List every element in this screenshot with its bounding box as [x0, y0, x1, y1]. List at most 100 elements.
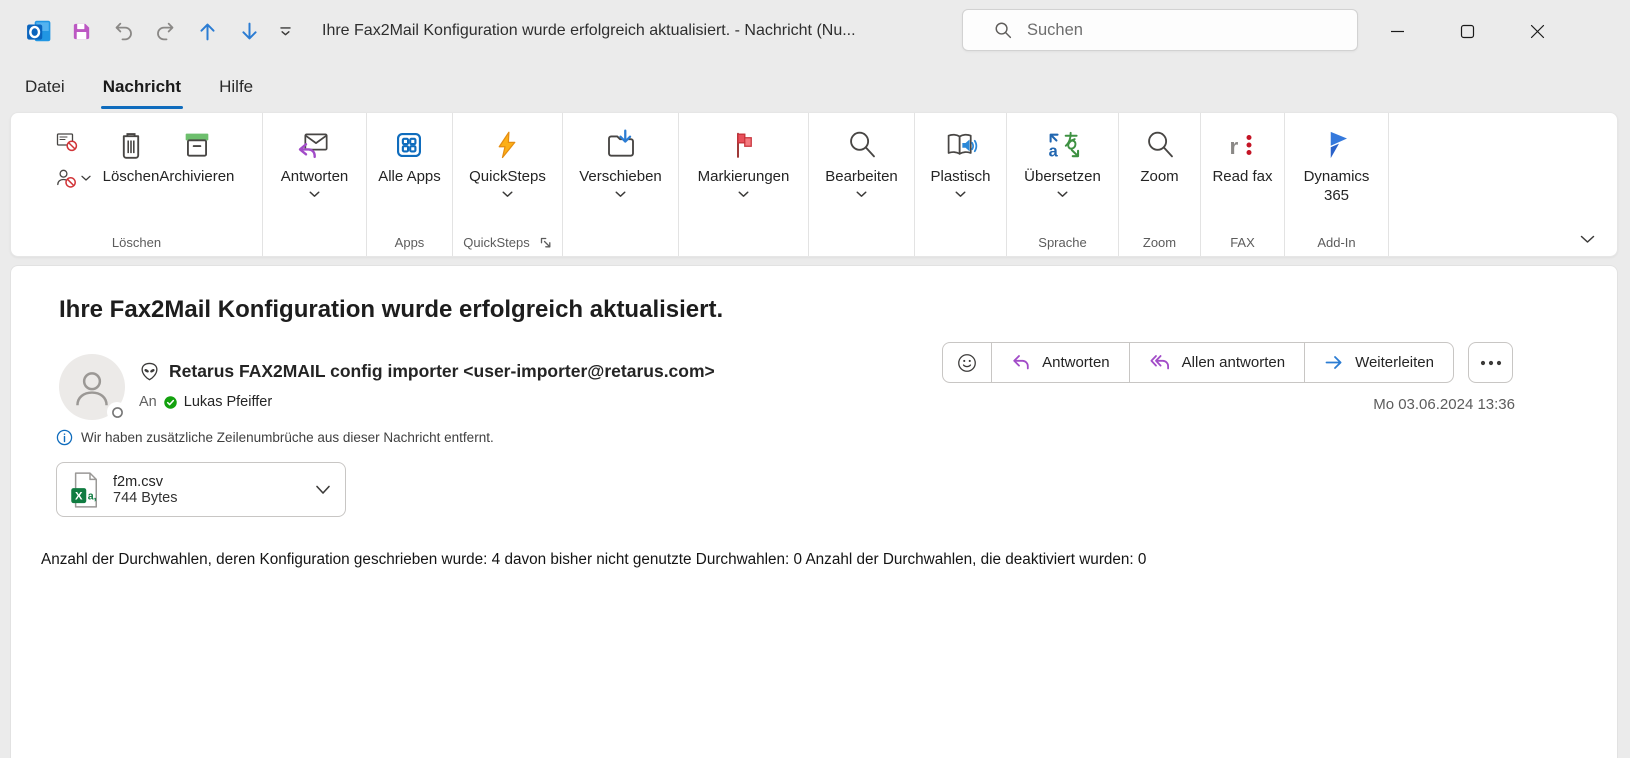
ignore-icon — [55, 131, 79, 153]
archive-button[interactable]: Archivieren — [159, 118, 234, 186]
reply-envelope-icon — [296, 124, 332, 166]
svg-text:X: X — [75, 490, 83, 502]
ribbon-group-loeschen: Löschen Archivieren Löschen — [11, 113, 263, 256]
maximize-button[interactable] — [1442, 6, 1492, 56]
move-label: Verschieben — [579, 167, 662, 186]
attachment-card[interactable]: X a, f2m.csv 744 Bytes — [56, 462, 346, 517]
window-title: Ihre Fax2Mail Konfiguration wurde erfolg… — [322, 22, 856, 40]
ribbon-group-bearbeiten: Bearbeiten — [809, 113, 915, 256]
recipient-name[interactable]: Lukas Pfeiffer — [184, 394, 272, 410]
archive-icon — [180, 124, 214, 166]
read-aloud-label: Plastisch — [930, 167, 990, 186]
search-input[interactable]: Suchen — [962, 9, 1358, 51]
csv-file-icon: X a, — [70, 471, 100, 509]
info-banner-text: Wir haben zusätzliche Zeilenumbrüche aus… — [81, 430, 494, 445]
outlook-logo — [18, 11, 60, 51]
editing-button[interactable]: Bearbeiten — [825, 118, 898, 198]
reply-menu-button[interactable]: Antworten — [281, 118, 349, 198]
read-fax-button[interactable]: r Read fax — [1212, 118, 1272, 186]
group-label-zoom: Zoom — [1119, 229, 1200, 256]
reply-all-button[interactable]: Allen antworten — [1129, 343, 1304, 382]
forward-button[interactable]: Weiterleiten — [1304, 343, 1453, 382]
dialog-launcher-icon[interactable] — [539, 236, 552, 249]
group-label-apps: Apps — [367, 229, 452, 256]
svg-text:a,: a, — [88, 490, 97, 502]
reactions-button[interactable] — [943, 343, 991, 382]
forward-arrow-icon — [1324, 353, 1344, 372]
ribbon-group-verschieben: Verschieben — [563, 113, 679, 256]
zoom-icon — [1144, 124, 1176, 166]
tags-label: Markierungen — [698, 167, 790, 186]
archive-label: Archivieren — [159, 167, 234, 186]
tab-hilfe[interactable]: Hilfe — [218, 75, 254, 99]
collapse-ribbon-button[interactable] — [1580, 235, 1595, 244]
ribbon-group-antworten: Antworten — [263, 113, 367, 256]
previous-item-button[interactable] — [186, 11, 228, 51]
read-fax-label: Read fax — [1212, 167, 1272, 186]
svg-text:r: r — [1230, 134, 1239, 159]
quick-access-toolbar — [0, 11, 300, 51]
group-label-addin: Add-In — [1285, 229, 1388, 256]
reply-label: Antworten — [1042, 354, 1110, 371]
tags-button[interactable]: Markierungen — [698, 118, 790, 198]
undo-button[interactable] — [102, 11, 144, 51]
chevron-down-icon — [738, 191, 749, 198]
translate-label: Übersetzen — [1024, 167, 1101, 186]
reply-arrow-icon — [1011, 353, 1031, 372]
zoom-label: Zoom — [1140, 167, 1178, 186]
zoom-button[interactable]: Zoom — [1140, 118, 1178, 186]
quicksteps-button[interactable]: QuickSteps — [469, 118, 546, 198]
move-button[interactable]: Verschieben — [579, 118, 662, 198]
info-banner: Wir haben zusätzliche Zeilenumbrüche aus… — [56, 429, 494, 446]
reply-button[interactable]: Antworten — [991, 343, 1129, 382]
chevron-down-icon — [81, 175, 91, 182]
chevron-down-icon — [502, 191, 513, 198]
save-button[interactable] — [60, 11, 102, 51]
group-label-sprache: Sprache — [1007, 229, 1118, 256]
to-label: An — [139, 394, 157, 410]
junk-button[interactable] — [55, 168, 91, 189]
ignore-button[interactable] — [55, 131, 91, 153]
recipient-line: An Lukas Pfeiffer — [139, 394, 272, 410]
all-apps-button[interactable]: Alle Apps — [378, 118, 441, 186]
ribbon-group-fax: r Read fax FAX — [1201, 113, 1285, 256]
read-aloud-icon — [943, 124, 979, 166]
tab-datei[interactable]: Datei — [24, 75, 66, 99]
search-icon — [993, 20, 1014, 41]
minimize-button[interactable] — [1372, 6, 1422, 56]
lightning-icon — [492, 124, 522, 166]
tab-nachricht[interactable]: Nachricht — [102, 75, 182, 99]
read-aloud-button[interactable]: Plastisch — [930, 118, 990, 198]
editing-label: Bearbeiten — [825, 167, 898, 186]
ribbon-group-quicksteps: QuickSteps QuickSteps — [453, 113, 563, 256]
attachment-menu-chevron-icon[interactable] — [315, 485, 331, 495]
move-folder-icon — [604, 124, 638, 166]
close-button[interactable] — [1512, 6, 1562, 56]
reply-all-arrow-icon — [1149, 353, 1171, 372]
search-magnifier-icon — [846, 124, 878, 166]
menu-bar: Datei Nachricht Hilfe — [0, 62, 254, 112]
more-actions-button[interactable] — [1468, 342, 1513, 383]
forward-label: Weiterleiten — [1355, 354, 1434, 371]
dynamics-365-icon — [1322, 124, 1352, 166]
info-icon — [56, 429, 73, 446]
customize-qat-button[interactable] — [270, 11, 300, 51]
message-actions: Antworten Allen antworten — [942, 342, 1513, 383]
redo-button[interactable] — [144, 11, 186, 51]
dynamics-365-button[interactable]: Dynamics 365 — [1302, 118, 1372, 205]
svg-text:a: a — [1048, 143, 1058, 161]
presence-status-icon — [107, 402, 127, 422]
search-placeholder: Suchen — [1027, 21, 1083, 40]
delete-button[interactable]: Löschen — [103, 118, 160, 186]
translate-button[interactable]: a Übersetzen — [1024, 118, 1101, 198]
recipient-presence-icon — [163, 395, 178, 410]
retarus-icon: r — [1227, 124, 1257, 166]
sender-name[interactable]: Retarus FAX2MAIL config importer <user-i… — [169, 361, 715, 382]
smiley-icon — [956, 352, 978, 374]
ribbon-group-markierungen: Markierungen — [679, 113, 809, 256]
next-item-button[interactable] — [228, 11, 270, 51]
translate-icon: a — [1046, 124, 1080, 166]
flag-icon — [729, 124, 759, 166]
all-apps-label: Alle Apps — [378, 167, 441, 186]
sender-avatar[interactable] — [59, 354, 125, 420]
